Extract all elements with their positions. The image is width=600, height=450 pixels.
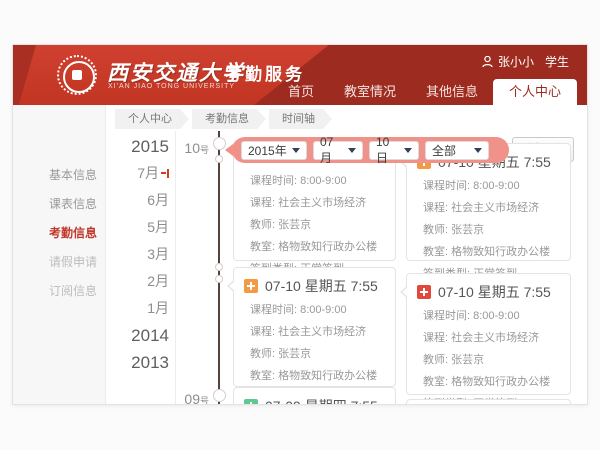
- status-icon-normal: [244, 399, 258, 405]
- user-name: 张小小: [498, 53, 534, 70]
- attendance-card[interactable]: 07-09 星期四 7:55: [233, 387, 396, 405]
- status-icon-late: [244, 279, 258, 293]
- timeline-year[interactable]: 2015: [109, 133, 169, 160]
- timeline-month-active[interactable]: 7月: [109, 160, 169, 187]
- timeline-dot-day09[interactable]: [213, 389, 226, 402]
- status-icon-absent: [417, 285, 431, 299]
- timeline-month[interactable]: 2月: [109, 268, 169, 295]
- card-title: 07-10 星期五 7:55: [265, 276, 378, 296]
- sidebar-item-leave-request[interactable]: 请假申请: [13, 248, 105, 277]
- card-title: 07-09 星期四 7:55: [265, 396, 378, 405]
- timeline-year[interactable]: 2013: [109, 349, 169, 376]
- card-field: 教师: 张芸京: [407, 219, 570, 241]
- timeline-month[interactable]: 6月: [109, 187, 169, 214]
- sidebar-item-subscription[interactable]: 订阅信息: [13, 277, 105, 306]
- attendance-card-partial[interactable]: [406, 399, 571, 405]
- caret-down-icon: [404, 148, 412, 153]
- card-field: 教师: 张芸京: [407, 349, 570, 371]
- timeline-year-column: 2015 7月 6月 5月 3月 2月 1月 2014 2013: [109, 133, 169, 376]
- breadcrumb-personal-center[interactable]: 个人中心: [115, 109, 180, 129]
- filter-bar: 2015年 07月 10日 全部: [232, 137, 509, 163]
- card-field: 课程时间: 8:00-9:00: [407, 175, 570, 197]
- attendance-card[interactable]: 07-10 星期五 7:55 课程时间: 8:00-9:00 课程: 社会主义市…: [406, 273, 571, 395]
- timeline-month[interactable]: 3月: [109, 241, 169, 268]
- card-field: 教师: 张芸京: [234, 343, 395, 365]
- day-label-09[interactable]: 09号: [171, 391, 209, 405]
- caret-down-icon: [348, 148, 356, 153]
- column-divider: [175, 131, 176, 404]
- sidebar-item-attendance[interactable]: 考勤信息: [13, 219, 105, 248]
- day-label-10[interactable]: 10号: [171, 140, 209, 156]
- main-nav: 首页 教室情况 其他信息 个人中心: [273, 79, 577, 105]
- user-info[interactable]: 张小小 学生: [482, 53, 569, 70]
- breadcrumb: 个人中心 考勤信息 时间轴: [115, 109, 335, 129]
- sidebar: 基本信息 课表信息 考勤信息 请假申请 订阅信息: [13, 105, 106, 404]
- card-field: 教室: 格物致知行政办公楼: [407, 241, 570, 263]
- day-select[interactable]: 10日: [369, 141, 419, 160]
- card-field: 课程: 社会主义市场经济: [407, 197, 570, 219]
- timeline-month[interactable]: 1月: [109, 295, 169, 322]
- timeline-dot: [215, 155, 223, 163]
- university-logo-icon: [57, 55, 97, 95]
- university-name-en: XI'AN JIAO TONG UNIVERSITY: [108, 83, 235, 90]
- card-field: 教室: 格物致知行政办公楼: [407, 371, 570, 393]
- card-title: 07-10 星期五 7:55: [438, 282, 551, 302]
- nav-item-personal-center[interactable]: 个人中心: [493, 79, 577, 105]
- breadcrumb-attendance[interactable]: 考勤信息: [192, 109, 257, 129]
- user-role: 学生: [545, 53, 569, 70]
- nav-item-other[interactable]: 其他信息: [411, 79, 493, 105]
- card-field: 课程时间: 8:00-9:00: [234, 299, 395, 321]
- sidebar-item-basic-info[interactable]: 基本信息: [13, 161, 105, 190]
- card-field: 课程: 社会主义市场经济: [407, 327, 570, 349]
- caret-down-icon: [474, 148, 482, 153]
- nav-item-home[interactable]: 首页: [273, 79, 329, 105]
- card-field: 课程: 社会主义市场经济: [234, 192, 395, 214]
- breadcrumb-timeline[interactable]: 时间轴: [269, 109, 323, 129]
- card-field: 教师: 张芸京: [234, 214, 395, 236]
- app-window: 西安交通大学 XI'AN JIAO TONG UNIVERSITY 考勤服务 张…: [12, 44, 588, 405]
- timeline-dot: [215, 263, 223, 271]
- card-field: 教室: 格物致知行政办公楼: [234, 236, 395, 258]
- caret-down-icon: [292, 148, 300, 153]
- month-select[interactable]: 07月: [313, 141, 363, 160]
- user-icon: [482, 56, 493, 68]
- active-month-marker-icon: [161, 168, 169, 178]
- card-field: 课程: 社会主义市场经济: [234, 321, 395, 343]
- timeline-year[interactable]: 2014: [109, 322, 169, 349]
- timeline-month[interactable]: 5月: [109, 214, 169, 241]
- header: 西安交通大学 XI'AN JIAO TONG UNIVERSITY 考勤服务 张…: [13, 45, 587, 105]
- card-field: 课程时间: 8:00-9:00: [234, 170, 395, 192]
- timeline-dot: [215, 275, 223, 283]
- nav-item-classrooms[interactable]: 教室情况: [329, 79, 411, 105]
- attendance-card[interactable]: 07-10 星期五 7:55 课程时间: 8:00-9:00 课程: 社会主义市…: [233, 267, 396, 387]
- card-field: 教室: 格物致知行政办公楼: [234, 365, 395, 387]
- sidebar-item-timetable[interactable]: 课表信息: [13, 190, 105, 219]
- card-field: 课程时间: 8:00-9:00: [407, 305, 570, 327]
- type-select[interactable]: 全部: [425, 141, 489, 160]
- year-select[interactable]: 2015年: [241, 141, 307, 160]
